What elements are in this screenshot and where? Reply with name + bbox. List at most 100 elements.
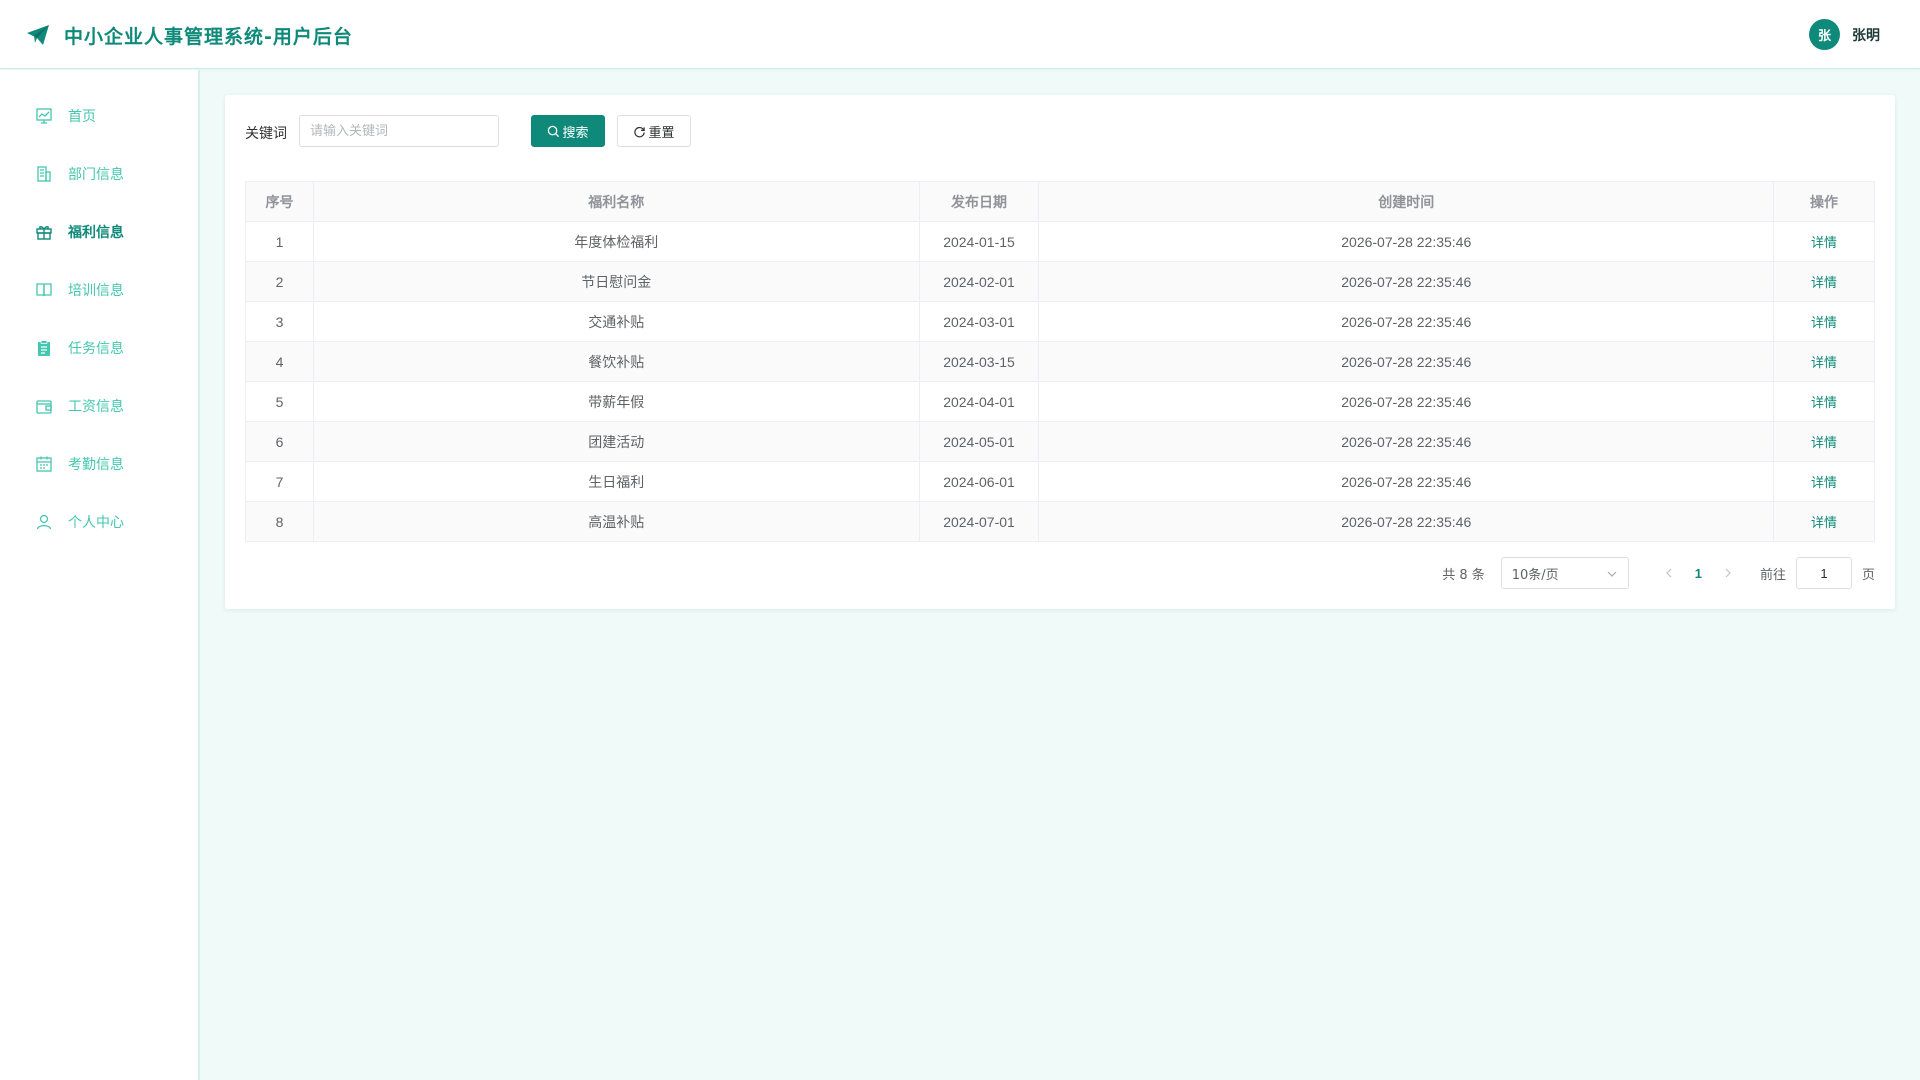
cell-index: 5 [245,381,314,422]
sidebar-item-label: 个人中心 [68,515,124,531]
sidebar-item-department[interactable]: 部门信息 [0,145,198,203]
column-header: 发布日期 [918,181,1040,222]
cell-created: 2026-07-28 22:35:46 [1038,341,1775,382]
sidebar-item-label: 首页 [68,109,96,125]
detail-link[interactable]: 详情 [1811,396,1837,411]
clipboard-icon [38,340,50,356]
sidebar-item-label: 培训信息 [68,283,124,299]
sidebar-item-training[interactable]: 培训信息 [0,261,198,319]
table-row: 6 团建活动 2024-05-01 2026-07-28 22:35:46 详情 [245,421,1875,462]
table-row: 4 餐饮补贴 2024-03-15 2026-07-28 22:35:46 详情 [245,341,1875,382]
cell-name: 带薪年假 [312,381,920,422]
detail-link[interactable]: 详情 [1811,436,1837,451]
cell-name: 交通补贴 [312,301,920,342]
table-row: 3 交通补贴 2024-03-01 2026-07-28 22:35:46 详情 [245,301,1875,342]
sidebar-item-tasks[interactable]: 任务信息 [0,319,198,377]
detail-link[interactable]: 详情 [1811,516,1837,531]
reset-button[interactable]: 重置 [617,115,691,147]
table-row: 8 高温补贴 2024-07-01 2026-07-28 22:35:46 详情 [245,501,1875,542]
table-row: 2 节日慰问金 2024-02-01 2026-07-28 22:35:46 详… [245,261,1875,302]
sidebar-item-attendance[interactable]: 考勤信息 [0,435,198,493]
welfare-table: 序号 福利名称 发布日期 创建时间 操作 1 年度体检福利 2024-01-15… [245,181,1875,542]
column-header: 操作 [1773,181,1875,222]
page-number-current[interactable]: 1 [1695,566,1702,581]
table-row: 5 带薪年假 2024-04-01 2026-07-28 22:35:46 详情 [245,381,1875,422]
total-count: 共 8 条 [1442,567,1485,583]
cell-date: 2024-01-15 [918,221,1040,262]
keyword-input[interactable] [299,115,499,147]
sidebar-item-label: 任务信息 [68,341,124,357]
paper-plane-icon [27,25,49,45]
sidebar-item-home[interactable]: 首页 [0,87,198,145]
page-size-select[interactable]: 10条/页 [1500,557,1629,589]
search-icon [548,125,560,137]
calendar-icon [36,456,52,472]
sidebar-item-salary[interactable]: 工资信息 [0,377,198,435]
goto-label: 前往 [1759,567,1786,583]
detail-link[interactable]: 详情 [1811,356,1837,371]
page-size-value: 10条/页 [1511,567,1559,583]
building-icon [37,166,51,182]
table-row: 1 年度体检福利 2024-01-15 2026-07-28 22:35:46 … [245,221,1875,262]
cell-date: 2024-06-01 [918,461,1040,502]
column-header: 创建时间 [1038,181,1775,222]
cell-index: 3 [245,301,314,342]
sidebar-item-profile[interactable]: 个人中心 [0,493,198,551]
cell-created: 2026-07-28 22:35:46 [1038,301,1775,342]
sidebar-item-label: 考勤信息 [68,457,124,473]
cell-name: 生日福利 [312,461,920,502]
cell-date: 2024-05-01 [918,421,1040,462]
sidebar-item-label: 部门信息 [68,167,124,183]
prev-page-icon[interactable] [1663,567,1675,579]
cell-name: 节日慰问金 [312,261,920,302]
search-button-label: 搜索 [562,125,589,141]
cell-created: 2026-07-28 22:35:46 [1038,421,1775,462]
cell-date: 2024-07-01 [918,501,1040,542]
cell-index: 2 [245,261,314,302]
refresh-icon [634,126,646,137]
cell-created: 2026-07-28 22:35:46 [1038,381,1775,422]
keyword-label: 关键词 [245,126,287,142]
cell-index: 4 [245,341,314,382]
next-page-icon[interactable] [1722,567,1734,579]
cell-created: 2026-07-28 22:35:46 [1038,461,1775,502]
gift-icon [36,226,52,240]
content-card: 关键词 搜索 重置 序号 福利名称 发布日期 创建时间 操作 [225,95,1895,609]
cell-index: 7 [245,461,314,502]
pagination: 共 8 条 10条/页 1 前往 页 [1442,557,1875,589]
goto-page-input[interactable] [1795,557,1852,589]
search-button[interactable]: 搜索 [531,115,605,147]
avatar[interactable]: 张 [1809,19,1840,50]
detail-link[interactable]: 详情 [1811,276,1837,291]
cell-name: 餐饮补贴 [312,341,920,382]
sidebar-item-welfare[interactable]: 福利信息 [0,203,198,261]
detail-link[interactable]: 详情 [1811,476,1837,491]
table-header-row: 序号 福利名称 发布日期 创建时间 操作 [245,181,1875,222]
detail-link[interactable]: 详情 [1811,316,1837,331]
cell-index: 8 [245,501,314,542]
sidebar: 首页 部门信息 福利信息 培训信息 任务信息 工资信息 考勤信息 个人中心 [0,70,200,1080]
cell-name: 团建活动 [312,421,920,462]
cell-created: 2026-07-28 22:35:46 [1038,221,1775,262]
column-header: 序号 [245,181,314,222]
cell-date: 2024-02-01 [918,261,1040,302]
cell-date: 2024-03-15 [918,341,1040,382]
wallet-icon [36,400,52,414]
book-icon [36,283,52,297]
cell-name: 高温补贴 [312,501,920,542]
sidebar-item-label: 工资信息 [68,399,124,415]
detail-link[interactable]: 详情 [1811,236,1837,251]
cell-created: 2026-07-28 22:35:46 [1038,501,1775,542]
user-icon [36,514,52,530]
cell-created: 2026-07-28 22:35:46 [1038,261,1775,302]
cell-index: 1 [245,221,314,262]
dashboard-icon [36,108,52,124]
reset-button-label: 重置 [648,125,675,141]
column-header: 福利名称 [312,181,920,222]
user-menu[interactable]: 张 张明 [1809,19,1880,50]
sidebar-item-label: 福利信息 [68,225,124,241]
table-row: 7 生日福利 2024-06-01 2026-07-28 22:35:46 详情 [245,461,1875,502]
user-name[interactable]: 张明 [1852,25,1880,45]
app-title: 中小企业人事管理系统-用户后台 [64,26,353,48]
cell-name: 年度体检福利 [312,221,920,262]
